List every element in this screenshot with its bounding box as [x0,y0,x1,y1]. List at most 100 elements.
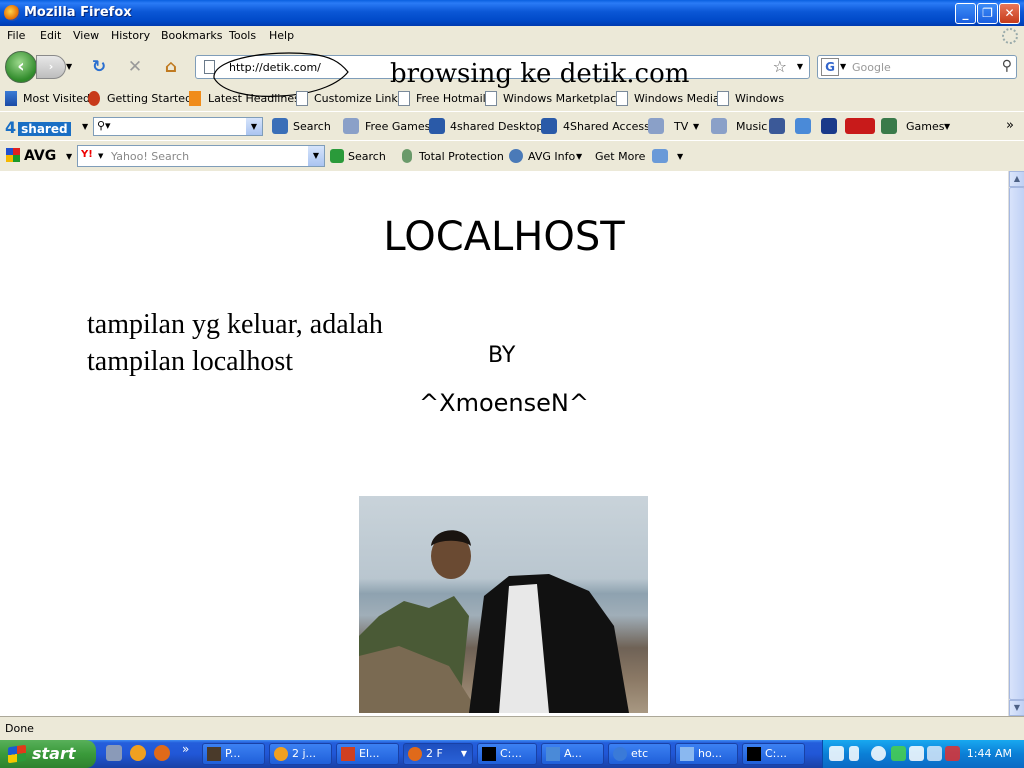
home-icon[interactable]: ⌂ [160,56,182,78]
task-button-firefox-group[interactable]: 2 F ▼ [403,743,473,765]
bookmark-windows-media[interactable]: Windows Media [634,92,720,105]
youtube-icon[interactable] [845,118,875,134]
scroll-thumb[interactable] [1009,187,1024,700]
bookmark-most-visited[interactable]: Most Visited [23,92,90,105]
page-icon [296,91,308,106]
tray-app-icon-3[interactable] [945,746,960,761]
task-button-2[interactable]: 2 j... [269,743,332,765]
lock-icon [402,149,412,163]
close-button[interactable]: ✕ [999,3,1020,24]
task-button-hosts[interactable]: ho... [675,743,738,765]
4shared-access-button[interactable]: 4Shared Access [563,120,650,133]
music-button[interactable]: Music [736,120,767,133]
url-dropdown-icon[interactable]: ▼ [797,62,803,71]
vertical-scrollbar[interactable]: ▲ ▼ [1008,171,1024,716]
task-button-etc[interactable]: etc [608,743,671,765]
bookmark-windows[interactable]: Windows [735,92,784,105]
engine-dropdown-icon[interactable]: ▼ [840,62,846,71]
menu-file[interactable]: File [7,29,25,42]
quicklaunch-more-button[interactable]: » [182,742,189,756]
avg-extra-icon[interactable] [652,149,668,163]
myspace-icon[interactable] [821,118,837,134]
task-button-3[interactable]: El... [336,743,399,765]
search-icon[interactable]: ⚲ [1002,58,1012,74]
bookmark-free-hotmail[interactable]: Free Hotmail [416,92,486,105]
4shared-search-input[interactable]: ⚲▾ ▼ [93,117,263,136]
help-icon[interactable] [829,746,844,761]
task-button-cmd-1[interactable]: C:... [477,743,537,765]
menu-history[interactable]: History [111,29,150,42]
menu-bookmarks[interactable]: Bookmarks [161,29,222,42]
stop-icon[interactable]: ✕ [124,56,146,78]
bookmark-star-icon[interactable]: ☆ [773,57,787,76]
4shared-menu-dropdown-icon[interactable]: ▼ [82,122,88,131]
yahoo-search-dropdown-icon[interactable]: ▼ [308,146,324,166]
tray-app-icon-1[interactable] [891,746,906,761]
free-games-button[interactable]: Free Games [365,120,430,133]
menu-help[interactable]: Help [269,29,294,42]
get-more-button[interactable]: Get More [595,150,645,163]
bookmark-windows-marketplace[interactable]: Windows Marketplace [503,92,623,105]
network-icon[interactable] [909,746,924,761]
start-button[interactable]: start [0,740,96,768]
yahoo-search-text[interactable]: Yahoo! Search [111,150,189,163]
task-label: etc [631,747,649,760]
getting-started-icon [88,91,100,106]
toolbar-overflow-button[interactable]: » [1006,118,1014,133]
back-button[interactable]: ‹ [5,51,37,83]
system-tray: 1:44 AM [822,740,1024,768]
tray-expand-icon[interactable] [871,746,886,761]
bookmark-latest-headlines[interactable]: Latest Headlines [208,92,300,105]
page-icon [717,91,729,106]
task-button-5[interactable]: A... [541,743,604,765]
bookmark-customize-links[interactable]: Customize Links [314,92,404,105]
avg-search-button[interactable]: Search [348,150,386,163]
reload-icon[interactable]: ↻ [88,56,110,78]
quicklaunch-icon-2[interactable] [130,745,146,761]
quicklaunch-firefox-icon[interactable] [154,745,170,761]
4shared-search-button[interactable]: Search [293,120,331,133]
tray-app-icon-2[interactable] [927,746,942,761]
scroll-up-button[interactable]: ▲ [1009,171,1024,187]
yahoo-search-input[interactable]: Y! ▼ Yahoo! Search ▼ [77,145,325,167]
tv-dropdown-icon[interactable]: ▼ [693,122,699,131]
google-engine-icon[interactable]: G [821,58,839,76]
menu-view[interactable]: View [73,29,99,42]
avg-logo-icon [6,148,20,162]
maximize-button[interactable]: ❐ [977,3,998,24]
twitter-icon[interactable] [795,118,811,134]
avg-logo[interactable]: AVG [6,148,56,164]
avg-extra-dropdown-icon[interactable]: ▼ [677,152,683,161]
facebook-icon[interactable] [769,118,785,134]
task-button-1[interactable]: P... [202,743,265,765]
4shared-logo[interactable]: 4 shared [5,118,71,137]
scroll-down-button[interactable]: ▼ [1009,700,1024,716]
menu-edit[interactable]: Edit [40,29,61,42]
yahoo-engine-dropdown-icon[interactable]: ▼ [98,152,103,160]
tray-scroll-icon[interactable] [849,746,859,761]
games-dropdown-icon[interactable]: ▼ [944,122,950,131]
menu-tools[interactable]: Tools [229,29,256,42]
history-dropdown-icon[interactable]: ▼ [66,62,72,71]
avg-menu-dropdown-icon[interactable]: ▼ [66,152,72,161]
task-group-dropdown-icon[interactable]: ▼ [461,744,467,764]
games-button[interactable]: Games [906,120,944,133]
avg-info-dropdown-icon[interactable]: ▼ [576,152,582,161]
quicklaunch-icon-1[interactable] [106,745,122,761]
task-button-cmd-2[interactable]: C:... [742,743,805,765]
4shared-search-dropdown-icon[interactable]: ▼ [246,118,262,135]
4shared-desktop-button[interactable]: 4shared Desktop [450,120,543,133]
avg-info-button[interactable]: AVG Info [528,150,575,163]
total-protection-button[interactable]: Total Protection [419,150,504,163]
search-input[interactable]: Google [852,61,891,74]
search-bar[interactable]: G ▼ Google ⚲ [817,55,1017,79]
tv-button[interactable]: TV [674,120,688,133]
menu-bar: File Edit View History Bookmarks Tools H… [0,26,1024,46]
4shared-access-icon [541,118,557,134]
yahoo-engine-icon[interactable]: Y! [81,149,93,160]
page-heading: LOCALHOST [383,214,625,260]
minimize-button[interactable]: _ [955,3,976,24]
bookmark-getting-started[interactable]: Getting Started [107,92,192,105]
forward-button[interactable]: › [36,55,66,79]
window-title: Mozilla Firefox [24,5,132,20]
